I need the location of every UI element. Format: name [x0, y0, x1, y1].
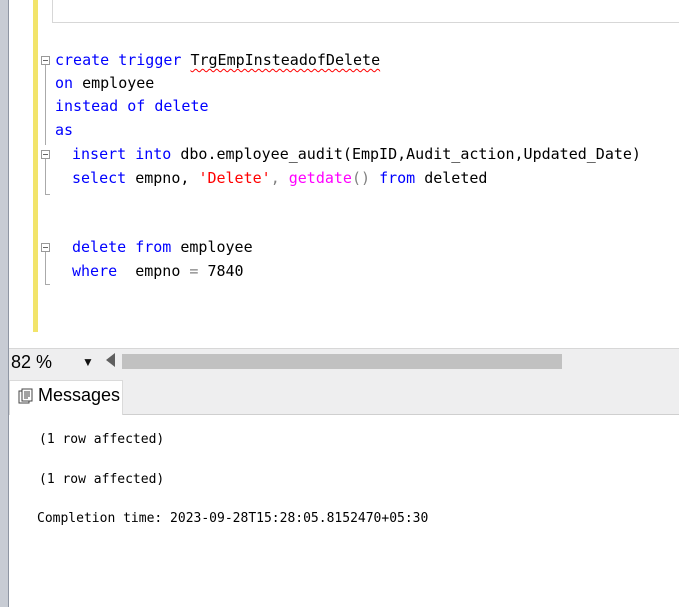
- keyword: from: [379, 169, 416, 187]
- keyword: into: [135, 145, 172, 163]
- punctuation: (): [351, 169, 371, 187]
- message-line: (1 row affected): [39, 432, 165, 447]
- identifier: empno: [135, 262, 181, 280]
- string-literal: 'Delete': [198, 169, 271, 187]
- message-line: (1 row affected): [39, 472, 165, 487]
- identifier: empno,: [135, 169, 190, 187]
- code-line-3[interactable]: instead of delete: [55, 97, 209, 115]
- code-line-1[interactable]: create trigger TrgEmpInsteadofDelete: [55, 51, 380, 69]
- number-literal: 7840: [207, 262, 244, 280]
- identifier: employee: [82, 74, 155, 92]
- fold-guide: [45, 65, 46, 145]
- horizontal-scrollbar[interactable]: [122, 354, 562, 369]
- fold-end: [45, 284, 50, 285]
- tab-messages-label: Messages: [38, 385, 121, 405]
- keyword: instead of delete: [55, 97, 209, 115]
- code-line-7[interactable]: delete from employee: [72, 238, 253, 256]
- editor-top-box: [52, 0, 679, 23]
- keyword: as: [55, 121, 74, 139]
- code-line-6[interactable]: select empno, 'Delete', getdate() from d…: [72, 169, 487, 187]
- collapse-icon[interactable]: [41, 243, 50, 252]
- scroll-left-icon[interactable]: [106, 353, 115, 367]
- keyword: where: [72, 262, 118, 280]
- keyword: select: [72, 169, 127, 187]
- window-edge: [0, 0, 8, 607]
- zoom-level[interactable]: 82 %: [11, 352, 52, 373]
- identifier: dbo.employee_audit(EmpID,Audit_action,Up…: [180, 145, 641, 163]
- collapse-icon[interactable]: [41, 150, 50, 159]
- trigger-name: TrgEmpInsteadofDelete: [190, 51, 381, 69]
- completion-time: Completion time: 2023-09-28T15:28:05.815…: [37, 511, 429, 526]
- function-name: getdate: [288, 169, 352, 187]
- identifier: deleted: [424, 169, 488, 187]
- identifier: employee: [180, 238, 253, 256]
- code-line-4[interactable]: as: [55, 121, 73, 139]
- fold-end: [45, 194, 50, 195]
- keyword: insert: [72, 145, 127, 163]
- keyword: from: [135, 238, 172, 256]
- messages-icon: [18, 388, 33, 404]
- code-line-2[interactable]: on employee: [55, 74, 154, 92]
- keyword: on: [55, 74, 74, 92]
- keyword: trigger: [118, 51, 182, 69]
- punctuation: ,: [270, 169, 280, 187]
- collapse-icon[interactable]: [41, 56, 50, 65]
- code-line-5[interactable]: insert into dbo.employee_audit(EmpID,Aud…: [72, 145, 641, 163]
- keyword: create: [55, 51, 110, 69]
- zoom-dropdown-icon[interactable]: ▼: [82, 355, 94, 369]
- fold-guide: [45, 252, 46, 284]
- keyword: delete: [72, 238, 127, 256]
- code-line-8[interactable]: where empno = 7840: [72, 262, 244, 280]
- fold-guide: [45, 159, 46, 194]
- change-tracking-bar: [33, 0, 38, 332]
- operator: =: [189, 262, 199, 280]
